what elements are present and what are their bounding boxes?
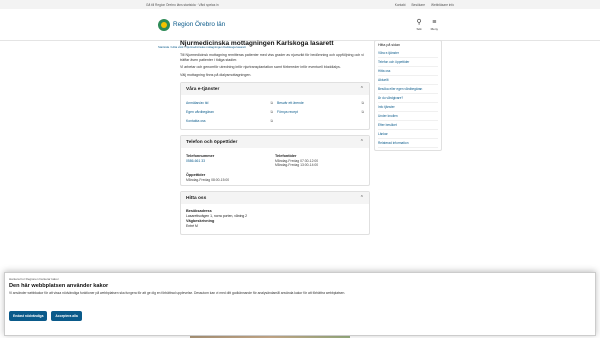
intro-text: Till Njurmedicinsk mottagning remitteras… xyxy=(180,53,370,77)
visitor-link[interactable]: Besökare xyxy=(412,3,425,7)
intro-paragraph: Vi arbetar och genomför utredning inför … xyxy=(180,65,341,69)
toc-item[interactable]: Efter besöket xyxy=(378,121,438,130)
phone-hours: Måndag-Fredag 13:00-14:00 xyxy=(275,163,319,167)
toc-item[interactable]: Våra e-tjänster xyxy=(378,49,438,58)
directions: Entré M xyxy=(186,224,198,229)
search-icon: ⚲ xyxy=(416,18,422,26)
page-toc: Hitta på sidan Våra e-tjänster Telefon o… xyxy=(374,40,442,151)
find-card: Hitta oss ⌃ Besöksadress Lasarettsvägen 1… xyxy=(180,191,370,235)
vard-link[interactable]: Vård spelas in xyxy=(198,3,218,7)
external-link-icon: ⧉ xyxy=(361,110,365,114)
toc-item[interactable]: Är du vårdgivare? xyxy=(378,94,438,103)
collapse-icon[interactable]: ⌃ xyxy=(360,86,364,92)
eservices-title: Våra e-tjänster xyxy=(186,86,220,92)
find-header[interactable]: Hitta oss ⌃ xyxy=(181,192,369,204)
main-content: Njurmedicinska mottagningen Karlskoga la… xyxy=(180,40,370,235)
utility-bar: Gå till Region Örebro läns startsida · V… xyxy=(0,0,600,9)
search-label: Sök xyxy=(416,26,422,31)
menu-label: Meny xyxy=(430,26,438,31)
page-title: Njurmedicinska mottagningen Karlskoga la… xyxy=(180,40,334,47)
toc-item[interactable]: Länkar xyxy=(378,130,438,139)
opening-hours-label: Öppettider xyxy=(186,173,206,177)
eservices-list: Anmälan/av tid ⧉ Besvär ett ärende ⧉ Egen … xyxy=(181,95,369,129)
phone-number[interactable]: 0586-661 33 xyxy=(186,159,275,163)
collapse-icon[interactable]: ⌃ xyxy=(360,195,364,201)
site-header: Region Örebro län ⚲ Sök ≡ Meny xyxy=(0,9,600,41)
menu-button[interactable]: ≡ Meny xyxy=(431,19,438,31)
phone-title: Telefon och öppettider xyxy=(186,139,238,145)
phone-number-label: Telefonnummer xyxy=(186,154,215,158)
visit-address-label: Besöksadress xyxy=(186,209,212,213)
eservice-link[interactable]: Förnya recept ⧉ xyxy=(277,110,364,114)
hamburger-icon: ≡ xyxy=(432,18,437,26)
toc-item[interactable]: Info tjänster xyxy=(378,103,438,112)
startsida-link[interactable]: Gå till Region Örebro läns startsida xyxy=(146,3,196,7)
address-details: Besöksadress Lasarettsvägen 1, norra por… xyxy=(181,204,369,234)
site-logo[interactable]: Region Örebro län xyxy=(158,18,226,31)
external-link-icon: ⧉ xyxy=(361,101,365,105)
toc-title: Hitta på sidan xyxy=(378,43,400,47)
region-logo-icon xyxy=(158,18,170,31)
eservices-card: Våra e-tjänster ⌃ Anmälan/av tid ⧉ Besvär … xyxy=(180,82,370,130)
eservice-link[interactable]: Besvär ett ärende ⧉ xyxy=(277,101,364,105)
collapse-icon[interactable]: ⌃ xyxy=(360,139,364,145)
directions-label: Vägbeskrivning xyxy=(186,218,215,223)
phone-hours-label: Telefontider xyxy=(275,154,297,158)
browser-link[interactable]: Webbläsare info xyxy=(431,3,454,7)
cookie-actions: Endast nödvändiga Acceptera alla xyxy=(9,311,591,321)
search-button[interactable]: ⚲ Sök xyxy=(416,19,421,31)
cookie-text: Vi använder webbkakor för att vissa nödv… xyxy=(9,291,346,295)
utility-links: Kontakt Besökare Webbläsare info xyxy=(395,3,454,7)
toc-item[interactable]: Aktuellt xyxy=(378,76,438,85)
toc-item[interactable]: Hitta oss xyxy=(378,67,438,76)
phone-header[interactable]: Telefon och öppettider ⌃ xyxy=(181,136,369,148)
find-title: Hitta oss xyxy=(186,195,207,201)
eservice-link[interactable]: Anmälan/av tid ⧉ xyxy=(186,101,273,105)
intro-paragraph: Till Njurmedicinsk mottagning remitteras… xyxy=(180,53,364,62)
contact-link[interactable]: Kontakt xyxy=(395,3,406,7)
logo-text: Region Örebro län xyxy=(173,21,226,28)
toc-item[interactable]: Relaterad information xyxy=(378,139,438,148)
toc-item[interactable]: Telefon och öppettider xyxy=(378,58,438,67)
header-actions: ⚲ Sök ≡ Meny xyxy=(416,19,438,31)
eservices-header[interactable]: Våra e-tjänster ⌃ xyxy=(181,83,369,95)
eservice-link[interactable]: Kontakta oss ⧉ xyxy=(186,119,273,123)
eservice-link[interactable]: Egen vårdbegäran ⧉ xyxy=(186,110,273,114)
external-link-icon: ⧉ xyxy=(270,101,274,105)
utility-left[interactable]: Gå till Region Örebro läns startsida · V… xyxy=(146,3,219,7)
opening-hours: Måndag-Fredag 08:00-15:00 xyxy=(186,178,230,182)
intro-paragraph: Välj mottagning finns på dialysmottagnin… xyxy=(180,72,252,77)
accept-all-button[interactable]: Acceptera alla xyxy=(51,311,82,321)
external-link-icon: ⧉ xyxy=(270,110,274,114)
cookie-small-text: Hantera hur Regionen hanterar kakor xyxy=(9,277,59,281)
toc-item[interactable]: Under knollen xyxy=(378,112,438,121)
toc-item[interactable]: Besöka eller egen vårdbegäran xyxy=(378,85,438,94)
cookie-title: Den här webbplatsen använder kakor xyxy=(9,283,109,289)
external-link-icon: ⧉ xyxy=(270,119,274,123)
phone-details: Telefonnummer 0586-661 33 Telefontider Mån… xyxy=(181,148,369,185)
cookie-banner: Hantera hur Regionen hanterar kakor Den … xyxy=(4,272,596,336)
phone-card: Telefon och öppettider ⌃ Telefonnummer 058… xyxy=(180,135,370,186)
necessary-only-button[interactable]: Endast nödvändiga xyxy=(9,311,48,321)
